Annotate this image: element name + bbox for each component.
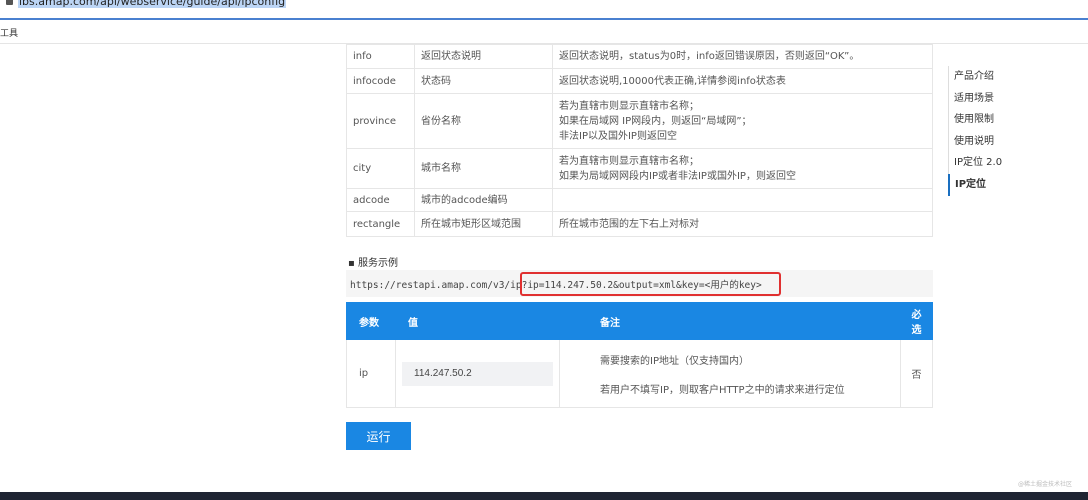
section-title-text: 服务示例 bbox=[357, 258, 398, 269]
param-rule: 若为直辖市则显示直辖市名称； 如果在局域网 IP网段内，则返回“局域网”； 非法IP… bbox=[552, 93, 933, 149]
param-meaning: 返回状态说明 bbox=[414, 44, 553, 69]
param-meaning: 状态码 bbox=[414, 68, 553, 94]
table-header: 参数值备注 必选 bbox=[346, 302, 933, 340]
header-note: 备注 bbox=[559, 302, 901, 340]
param-meaning: 城市的adcode编码 bbox=[414, 188, 553, 212]
table-row: ip 需要搜索的IP地址（仅支持国内） 若用户不填写IP，则取客户HTTP之中的请求… bbox=[346, 339, 933, 408]
table-row: info 返回状态说明 返回状态说明，status为0时，info返回错误原因，否则… bbox=[346, 44, 933, 69]
required-value: 否 bbox=[900, 339, 933, 408]
response-params-table: info 返回状态说明 返回状态说明，status为0时，info返回错误原因，否则… bbox=[346, 44, 933, 237]
param-name: info bbox=[346, 44, 415, 69]
table-row: rectangle 所在城市矩形区域范围 所在城市范围的左下右上对标对 bbox=[346, 211, 933, 237]
nav-item-product-intro[interactable]: 产品介绍 bbox=[949, 66, 1002, 88]
value-cell bbox=[395, 339, 560, 408]
rule-line: 若为直辖市则显示直辖市名称； bbox=[559, 100, 699, 112]
table-row: province 省份名称 若为直辖市则显示直辖市名称； 如果在局域网 IP网段内，则… bbox=[346, 93, 933, 149]
header-required: 必选 bbox=[900, 302, 933, 340]
param-name: city bbox=[346, 148, 415, 189]
toc-nav: 产品介绍 适用场景 使用限制 使用说明 IP定位 2.0 IP定位 bbox=[948, 66, 1002, 196]
rule-line: 若为直辖市则显示直辖市名称； bbox=[559, 155, 699, 167]
note-line: 若用户不填写IP，则取客户HTTP之中的请求来进行定位 bbox=[600, 384, 845, 396]
param-rule: 所在城市范围的左下右上对标对 bbox=[552, 211, 933, 237]
note-cell: 需要搜索的IP地址（仅支持国内） 若用户不填写IP，则取客户HTTP之中的请求来进… bbox=[559, 339, 901, 408]
param-name: province bbox=[346, 93, 415, 149]
param-meaning: 所在城市矩形区域范围 bbox=[414, 211, 553, 237]
bookmark-tools[interactable]: 工具 bbox=[0, 26, 18, 39]
url-text[interactable]: lbs.amap.com/api/webservice/guide/api/ip… bbox=[18, 0, 287, 8]
param-rule: 返回状态说明，status为0时，info返回错误原因，否则返回“OK”。 bbox=[552, 44, 933, 69]
url-prefix: https://restapi.amap.com/v3/ip? bbox=[350, 280, 528, 291]
param-ip: ip bbox=[346, 339, 396, 408]
param-name: infocode bbox=[346, 68, 415, 94]
param-name: adcode bbox=[346, 188, 415, 212]
request-params-table: 参数值备注必选 ip 需要搜索的IP地址（仅支持国内） 若用户不填写IP，则取客户H… bbox=[346, 302, 933, 408]
note-line: 需要搜索的IP地址（仅支持国内） bbox=[600, 355, 749, 367]
section-title: ▪ 服务示例 bbox=[348, 258, 398, 269]
address-bar[interactable]: lbs.amap.com/api/webservice/guide/api/ip… bbox=[0, 0, 1088, 20]
nav-item-use-cases[interactable]: 适用场景 bbox=[949, 88, 1002, 110]
table-row: infocode 状态码 返回状态说明,10000代表正确,详情参阅info状态表 bbox=[346, 68, 933, 94]
param-rule: 返回状态说明,10000代表正确,详情参阅info状态表 bbox=[552, 68, 933, 94]
rule-line: 非法IP以及国外IP则返回空 bbox=[559, 130, 677, 142]
header-value: 值 bbox=[395, 302, 560, 340]
footer-bar bbox=[0, 492, 1088, 500]
nav-item-limits[interactable]: 使用限制 bbox=[949, 109, 1002, 131]
run-button[interactable]: 运行 bbox=[346, 422, 411, 450]
ip-input[interactable] bbox=[402, 361, 553, 386]
table-row: adcode 城市的adcode编码 bbox=[346, 188, 933, 212]
header-param: 参数 bbox=[346, 302, 396, 340]
table-row: city 城市名称 若为直辖市则显示直辖市名称； 如果为局域网网段内IP或者非法IP或… bbox=[346, 148, 933, 189]
param-meaning: 城市名称 bbox=[414, 148, 553, 189]
param-rule bbox=[552, 188, 933, 212]
rule-line: 如果为局域网网段内IP或者非法IP或国外IP，则返回空 bbox=[559, 170, 796, 182]
param-name: rectangle bbox=[346, 211, 415, 237]
nav-item-ip-location-2[interactable]: IP定位 2.0 bbox=[949, 152, 1002, 174]
lock-icon bbox=[6, 0, 13, 5]
watermark: @稀土掘金技术社区 bbox=[1018, 481, 1073, 488]
highlight-box bbox=[520, 272, 781, 296]
param-rule: 若为直辖市则显示直辖市名称； 如果为局域网网段内IP或者非法IP或国外IP，则返回… bbox=[552, 148, 933, 189]
nav-item-ip-location[interactable]: IP定位 bbox=[948, 173, 1002, 196]
rule-line: 如果在局域网 IP网段内，则返回“局域网”； bbox=[559, 115, 752, 127]
param-meaning: 省份名称 bbox=[414, 93, 553, 149]
nav-item-usage[interactable]: 使用说明 bbox=[949, 131, 1002, 153]
